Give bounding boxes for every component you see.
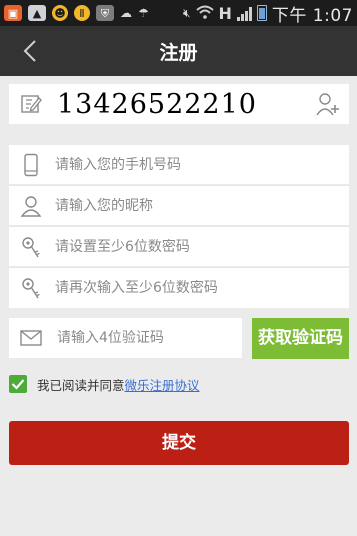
person-icon [9, 186, 53, 225]
agree-label: 我已阅读并同意 [37, 377, 125, 393]
mail-icon [9, 318, 53, 358]
account-value: 13426522210 [57, 88, 257, 120]
agree-checkbox[interactable] [9, 375, 27, 393]
umbrella-icon: ☂ [138, 6, 149, 20]
key-icon [9, 269, 53, 308]
wifi-icon [195, 5, 214, 22]
code-field[interactable] [9, 318, 242, 358]
pause-notification-icon: Ⅱ [74, 5, 90, 21]
phone-icon [9, 145, 53, 184]
smiley-notification-icon: ☻ [52, 5, 68, 21]
submit-button[interactable]: 提交 [9, 421, 349, 465]
signal-icon [236, 5, 252, 21]
back-button[interactable] [10, 26, 50, 76]
check-icon [11, 379, 25, 390]
password-input[interactable] [55, 238, 325, 255]
title-bar: 注册 [0, 26, 357, 76]
get-code-button[interactable]: 获取验证码 [252, 318, 349, 359]
account-field[interactable]: 13426522210 [9, 84, 349, 124]
nickname-input[interactable] [55, 197, 325, 214]
add-person-icon [316, 93, 339, 116]
shield-notification-icon: ⛨ [96, 5, 114, 21]
confirm-password-field[interactable] [9, 268, 349, 308]
cloud-icon: ☁ [120, 6, 132, 20]
chevron-left-icon [23, 40, 36, 62]
confirm-password-input[interactable] [55, 280, 325, 296]
page-title: 注册 [159, 41, 198, 64]
agreement-row: 我已阅读并同意微乐注册协议 [9, 374, 200, 394]
password-field[interactable] [9, 227, 349, 266]
clock: 下午 1:07 [271, 5, 353, 26]
image-notification-icon: ▲ [28, 5, 46, 21]
key-icon [9, 227, 53, 266]
add-contact-button[interactable] [315, 91, 341, 117]
mute-icon: 🔇︎ [182, 5, 191, 20]
code-input[interactable] [57, 330, 227, 346]
edit-icon [9, 85, 53, 124]
phone-field[interactable] [9, 145, 349, 184]
app-notification-icon: ▣ [4, 5, 22, 21]
agreement-link[interactable]: 微乐注册协议 [125, 378, 200, 393]
nickname-field[interactable] [9, 186, 349, 225]
network-type-label: H [218, 3, 232, 23]
phone-input[interactable] [55, 156, 325, 173]
battery-icon [256, 5, 267, 21]
status-bar: ▣ ▲ ☻ Ⅱ ⛨ ☁ ☂ 🔇︎ H 下午 1:07 [0, 0, 357, 26]
